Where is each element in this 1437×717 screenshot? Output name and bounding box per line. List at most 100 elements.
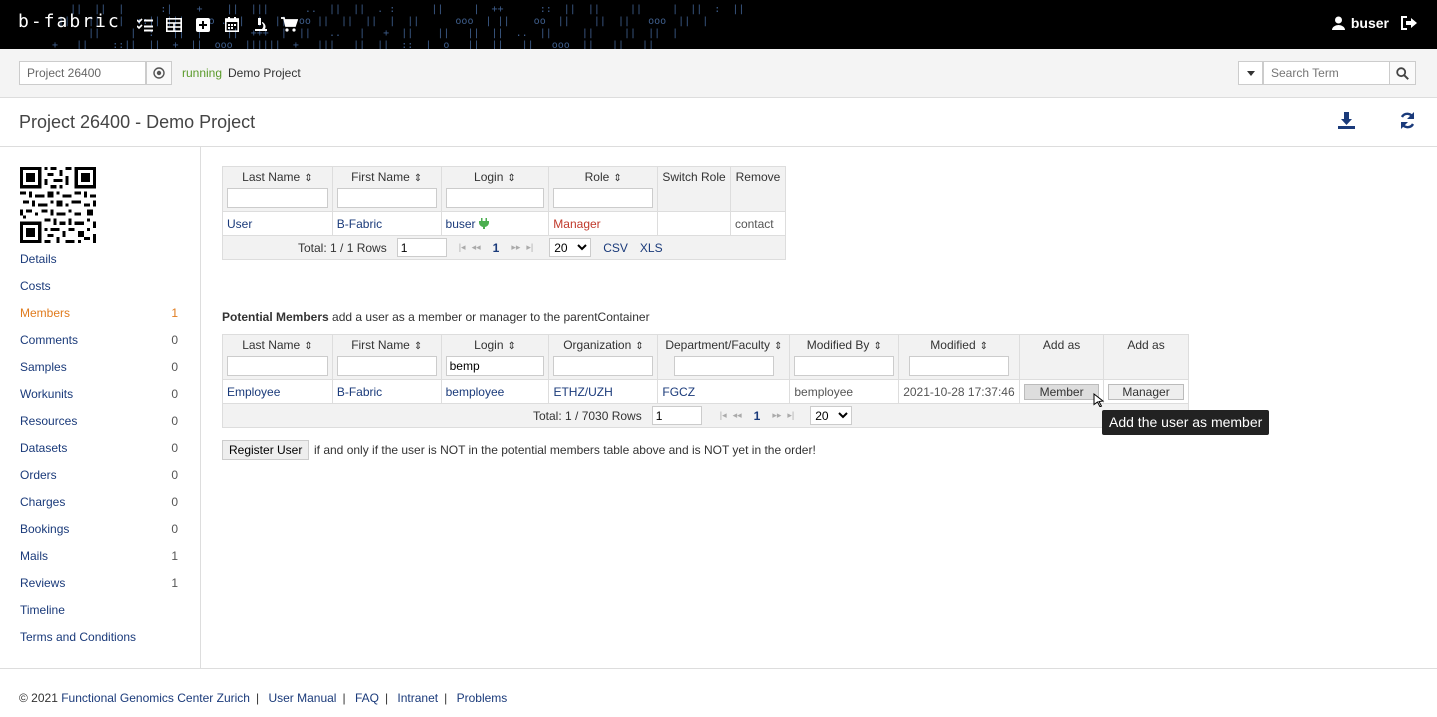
column-header-last-name[interactable]: Last Name ⇕ <box>222 334 333 380</box>
column-header-first-name[interactable]: First Name ⇕ <box>331 334 442 380</box>
column-header-organization[interactable]: Organization ⇕ <box>548 334 659 380</box>
page-header: Project 26400 - Demo Project <box>0 98 1437 147</box>
sidebar-item-resources[interactable]: Resources 0 <box>20 414 178 441</box>
previous-page-button[interactable]: ◂◂ <box>472 242 481 253</box>
sort-icon: ⇕ <box>413 173 423 184</box>
csv-export-link[interactable]: CSV <box>603 241 628 255</box>
search-input[interactable] <box>1263 61 1390 85</box>
filter-first-name[interactable] <box>336 188 437 208</box>
sidebar-item-reviews[interactable]: Reviews 1 <box>20 576 178 603</box>
first-page-button[interactable]: |◂ <box>720 410 727 421</box>
user-first-name-link[interactable]: B-Fabric <box>337 385 382 399</box>
column-header-modified-by[interactable]: Modified By ⇕ <box>789 334 900 380</box>
sort-icon: ⇕ <box>507 341 516 352</box>
filter-modified[interactable] <box>909 356 1010 376</box>
add-as-member-button[interactable]: Member <box>1024 383 1100 400</box>
next-page-button[interactable]: ▸▸ <box>772 410 781 421</box>
page-size-select[interactable]: 20 <box>549 238 592 257</box>
add-as-manager-button[interactable]: Manager <box>1108 383 1184 400</box>
sidebar-item-orders[interactable]: Orders 0 <box>20 468 178 495</box>
project-selector-input[interactable] <box>19 61 146 85</box>
footer-link-problems[interactable]: Problems <box>457 691 508 705</box>
user-login-link[interactable]: bemployee <box>446 385 505 399</box>
user-icon <box>1331 16 1345 30</box>
sidebar-nav: Details Costs Members 1 Comments 0 Samples… <box>20 252 178 657</box>
members-table: Last Name ⇕ First Name ⇕ Login ⇕ Role ⇕ Swit… <box>222 166 787 260</box>
next-page-button[interactable]: ▸▸ <box>511 242 520 253</box>
filter-organization[interactable] <box>553 356 654 376</box>
column-header-login[interactable]: Login ⇕ <box>440 166 550 212</box>
sidebar-item-details[interactable]: Details <box>20 252 178 279</box>
calendar-icon[interactable] <box>221 14 242 35</box>
sidebar-item-samples[interactable]: Samples 0 <box>20 360 178 387</box>
table-icon[interactable] <box>163 14 184 35</box>
user-modified-date: 2021-10-28 17:37:46 <box>903 384 1015 399</box>
sidebar-item-workunits[interactable]: Workunits 0 <box>20 387 178 414</box>
plus-square-icon[interactable] <box>192 14 213 35</box>
filter-first-name[interactable] <box>336 356 437 376</box>
user-menu[interactable]: buser <box>1331 15 1417 31</box>
current-page[interactable]: 1 <box>754 409 761 423</box>
register-user-button[interactable]: Register User <box>222 440 310 460</box>
column-header-last-name[interactable]: Last Name ⇕ <box>222 166 333 212</box>
filter-department[interactable] <box>673 356 774 376</box>
refresh-button[interactable] <box>1399 112 1416 132</box>
filter-modified-by[interactable] <box>794 356 895 376</box>
search-scope-dropdown[interactable] <box>1238 61 1263 85</box>
members-pager: Total: 1 / 1 Rows |◂ ◂◂ 1 ▸▸ ▸| 20 CSV X… <box>227 238 781 257</box>
filter-login[interactable] <box>445 356 545 376</box>
project-select-button[interactable] <box>146 61 172 85</box>
sidebar-item-timeline[interactable]: Timeline <box>20 603 178 630</box>
sidebar-item-bookings[interactable]: Bookings 0 <box>20 522 178 549</box>
member-first-name-link[interactable]: B-Fabric <box>337 217 382 231</box>
footer-link-fgcz[interactable]: Functional Genomics Center Zurich <box>61 691 250 705</box>
previous-page-button[interactable]: ◂◂ <box>733 410 742 421</box>
logout-icon[interactable] <box>1401 16 1417 30</box>
member-last-name-link[interactable]: User <box>227 217 252 231</box>
footer-link-faq[interactable]: FAQ <box>355 691 379 705</box>
user-name[interactable]: buser <box>1351 15 1389 31</box>
xls-export-link[interactable]: XLS <box>640 241 663 255</box>
download-button[interactable] <box>1338 112 1355 132</box>
search-button[interactable] <box>1389 61 1416 85</box>
column-header-department[interactable]: Department/Faculty ⇕ <box>657 334 791 380</box>
page-number-input[interactable] <box>396 238 447 257</box>
footer-link-user-manual[interactable]: User Manual <box>268 691 336 705</box>
filter-login[interactable] <box>445 188 545 208</box>
row-count: Total: 1 / 7030 Rows <box>533 408 642 423</box>
column-header-add-as-member: Add as <box>1019 334 1105 380</box>
cart-icon[interactable] <box>279 14 300 35</box>
member-login-link[interactable]: buser <box>446 217 476 231</box>
plug-icon <box>478 217 489 229</box>
potential-members-table: Last Name⇕ First Name⇕ Login⇕ Organizati… <box>222 334 1189 428</box>
column-header-modified[interactable]: Modified ⇕ <box>898 334 1021 380</box>
footer-link-intranet[interactable]: Intranet <box>397 691 438 705</box>
user-organization-link[interactable]: ETHZ/UZH <box>553 385 612 399</box>
filter-last-name[interactable] <box>227 188 328 208</box>
filter-last-name[interactable] <box>227 356 328 376</box>
last-page-button[interactable]: ▸| <box>787 410 794 421</box>
sidebar-item-costs[interactable]: Costs <box>20 279 178 306</box>
tasks-icon[interactable] <box>134 14 155 35</box>
column-header-role[interactable]: Role ⇕ <box>548 166 659 212</box>
sidebar-item-datasets[interactable]: Datasets 0 <box>20 441 178 468</box>
app-logo[interactable]: b-fabric <box>18 11 121 32</box>
sidebar-item-charges[interactable]: Charges 0 <box>20 495 178 522</box>
current-page[interactable]: 1 <box>493 241 500 255</box>
filter-role[interactable] <box>553 188 654 208</box>
microscope-icon[interactable] <box>250 14 271 35</box>
page-size-select[interactable]: 20 <box>810 406 853 425</box>
sidebar-item-comments[interactable]: Comments 0 <box>20 333 178 360</box>
sort-icon: ⇕ <box>413 341 423 352</box>
last-page-button[interactable]: ▸| <box>526 242 533 253</box>
column-header-first-name[interactable]: First Name ⇕ <box>331 166 442 212</box>
user-last-name-link[interactable]: Employee <box>227 385 280 399</box>
column-header-login[interactable]: Login ⇕ <box>440 334 550 380</box>
sidebar-item-terms[interactable]: Terms and Conditions <box>20 630 178 657</box>
user-department-link[interactable]: FGCZ <box>662 385 695 399</box>
first-page-button[interactable]: |◂ <box>459 242 466 253</box>
page-number-input[interactable] <box>651 406 702 425</box>
sidebar-item-mails[interactable]: Mails 1 <box>20 549 178 576</box>
sidebar-item-members[interactable]: Members 1 <box>20 306 178 333</box>
potential-members-heading: Potential Members add a user as a member… <box>222 310 650 324</box>
